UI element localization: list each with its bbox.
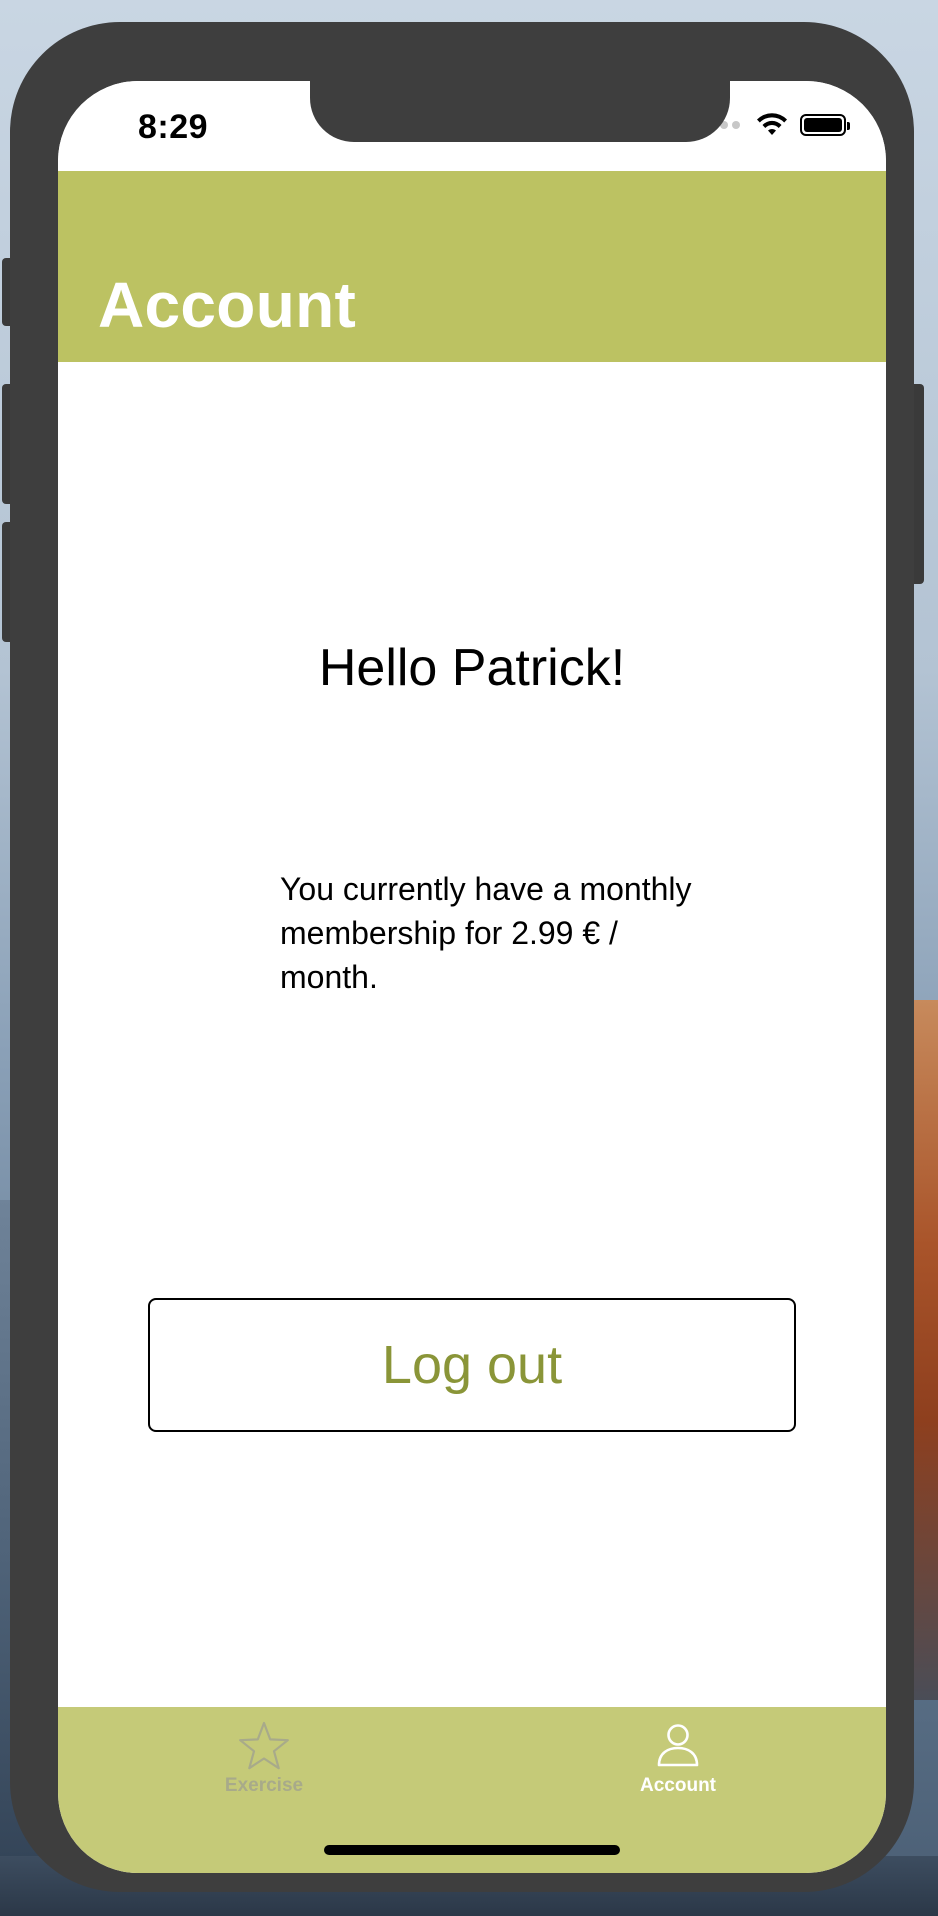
tab-exercise-label: Exercise	[224, 1775, 304, 1796]
logout-button-label: Log out	[381, 1335, 563, 1395]
home-indicator[interactable]	[324, 1845, 620, 1855]
phone-frame: 8:29 Account Hello Patrick! You currentl…	[10, 22, 914, 1892]
navigation-bar: Account	[58, 171, 886, 362]
tab-account[interactable]: Account	[578, 1721, 778, 1797]
tab-bar: Exercise Account	[58, 1707, 886, 1873]
notch	[310, 81, 730, 142]
tab-account-label: Account	[640, 1775, 716, 1796]
tab-exercise[interactable]: Exercise	[164, 1721, 364, 1797]
membership-text: You currently have a monthly membership …	[280, 871, 692, 995]
star-icon	[239, 1721, 289, 1770]
phone-screen: 8:29 Account Hello Patrick! You currentl…	[58, 81, 886, 1873]
person-icon	[657, 1724, 699, 1767]
page-title: Account	[98, 269, 357, 341]
greeting-text: Hello Patrick!	[318, 639, 626, 697]
wifi-icon	[757, 113, 787, 135]
status-time: 8:29	[138, 108, 209, 146]
battery-icon	[800, 114, 850, 136]
logout-button[interactable]: Log out	[148, 1298, 796, 1432]
